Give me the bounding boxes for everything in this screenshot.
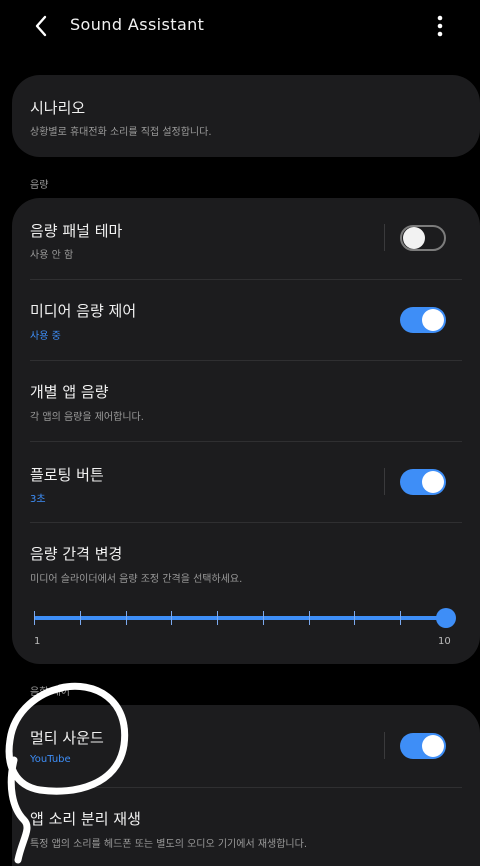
vertical-divider <box>384 224 385 251</box>
more-vertical-icon <box>437 15 443 37</box>
individual-app-volume-title: 개별 앱 음량 <box>30 383 109 401</box>
slider-tick <box>171 611 172 625</box>
slider-tick <box>400 611 401 625</box>
volume-panel-theme-row[interactable]: 음량 패널 테마 사용 안 함 <box>12 198 480 279</box>
media-volume-control-row[interactable]: 미디어 음량 제어 사용 중 <box>12 280 480 361</box>
slider-tick <box>34 611 35 625</box>
volume-panel-theme-subtitle: 사용 안 함 <box>30 250 74 261</box>
floating-button-toggle[interactable] <box>400 469 446 495</box>
slider-tick <box>126 611 127 625</box>
slider-min-label: 1 <box>34 636 41 647</box>
vertical-divider <box>384 732 385 759</box>
scenario-title: 시나리오 <box>30 99 86 117</box>
volume-panel-theme-title: 음량 패널 테마 <box>30 222 123 240</box>
back-arrow-icon <box>35 15 47 37</box>
separate-app-sound-title: 앱 소리 분리 재생 <box>30 810 141 828</box>
slider-tick <box>309 611 310 625</box>
floating-button-status: 3초 <box>30 494 46 505</box>
separate-app-sound-subtitle: 특정 앱의 소리를 헤드폰 또는 별도의 오디오 기기에서 재생합니다. <box>30 839 308 850</box>
page-title: Sound Assistant <box>70 15 205 34</box>
multi-sound-app: YouTube <box>30 754 71 765</box>
volume-step-title: 음량 간격 변경 <box>30 545 123 563</box>
multi-sound-row[interactable]: 멀티 사운드 YouTube <box>12 705 480 787</box>
scenario-subtitle: 상황별로 휴대전화 소리를 직접 설정합니다. <box>30 127 212 138</box>
volume-card: 음량 패널 테마 사용 안 함 미디어 음량 제어 사용 중 개별 앱 음량 각… <box>12 198 480 664</box>
app-bar: Sound Assistant <box>0 0 480 52</box>
back-button[interactable] <box>24 10 58 42</box>
media-volume-control-status: 사용 중 <box>30 331 61 342</box>
volume-step-slider[interactable] <box>34 608 456 628</box>
slider-max-label: 10 <box>438 636 451 647</box>
toggle-knob <box>403 227 425 249</box>
toggle-knob <box>422 735 444 757</box>
slider-tick <box>263 611 264 625</box>
app-sound-card: 멀티 사운드 YouTube 앱 소리 분리 재생 특정 앱의 소리를 헤드폰 … <box>12 705 480 866</box>
slider-tick <box>80 611 81 625</box>
media-volume-control-toggle[interactable] <box>400 307 446 333</box>
scenario-card[interactable]: 시나리오 상황별로 휴대전화 소리를 직접 설정합니다. <box>12 75 480 157</box>
volume-step-row: 음량 간격 변경 미디어 슬라이더에서 음량 조정 간격을 선택하세요. <box>12 523 480 663</box>
toggle-knob <box>422 471 444 493</box>
toggle-knob <box>422 309 444 331</box>
section-label-sound-control: 음향 제어 <box>30 687 70 698</box>
floating-button-title: 플로팅 버튼 <box>30 466 104 484</box>
more-options-button[interactable] <box>426 10 454 42</box>
multi-sound-title: 멀티 사운드 <box>30 729 104 747</box>
multi-sound-toggle[interactable] <box>400 733 446 759</box>
volume-step-subtitle: 미디어 슬라이더에서 음량 조정 간격을 선택하세요. <box>30 574 243 585</box>
individual-app-volume-row[interactable]: 개별 앱 음량 각 앱의 음량을 제어합니다. <box>12 361 480 442</box>
media-volume-control-title: 미디어 음량 제어 <box>30 302 137 320</box>
volume-panel-theme-toggle[interactable] <box>400 225 446 251</box>
slider-thumb[interactable] <box>436 608 456 628</box>
separate-app-sound-row[interactable]: 앱 소리 분리 재생 특정 앱의 소리를 헤드폰 또는 별도의 오디오 기기에서… <box>12 788 480 866</box>
slider-tick <box>217 611 218 625</box>
section-label-volume: 음량 <box>30 180 49 191</box>
vertical-divider <box>384 468 385 495</box>
slider-track <box>34 616 446 620</box>
slider-tick <box>354 611 355 625</box>
floating-button-row[interactable]: 플로팅 버튼 3초 <box>12 442 480 522</box>
individual-app-volume-subtitle: 각 앱의 음량을 제어합니다. <box>30 412 144 423</box>
